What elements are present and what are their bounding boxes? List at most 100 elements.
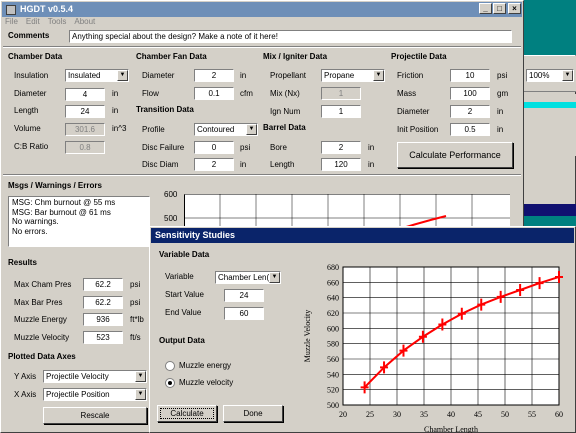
- projectile-diameter-input[interactable]: 2: [450, 105, 490, 118]
- background-navy-bar: [520, 204, 576, 216]
- projectile-diameter-unit: in: [497, 107, 504, 116]
- x-tick-label: 40: [447, 410, 455, 419]
- maximize-button[interactable]: □: [493, 3, 506, 14]
- y-axis-title: Muzzle Velocity: [303, 310, 312, 363]
- bore-unit: in: [368, 143, 375, 152]
- chevron-down-icon[interactable]: ▼: [135, 371, 146, 382]
- zoom-select[interactable]: 100% ▼: [526, 69, 574, 82]
- barrel-header: Barrel Data: [263, 123, 306, 132]
- x-tick-label: 20: [339, 410, 347, 419]
- comments-input[interactable]: Anything special about the design? Make …: [69, 30, 512, 43]
- close-button[interactable]: ×: [508, 3, 521, 14]
- ign-label: Ign Num: [270, 107, 301, 116]
- x-tick-label: 50: [501, 410, 509, 419]
- propellant-label: Propellant: [270, 71, 307, 80]
- muzzle-velocity-label: Muzzle Velocity: [14, 333, 70, 342]
- y-tick-label: 640: [327, 294, 339, 303]
- muzzle-velocity-radio-label[interactable]: Muzzle velocity: [179, 378, 233, 387]
- message-line: No warnings.: [12, 217, 59, 226]
- muzzle-velocity-value: 523: [83, 331, 123, 344]
- y-tick-label: 620: [327, 309, 339, 318]
- volume-value: 301.6: [65, 123, 105, 136]
- bore-input[interactable]: 2: [321, 141, 361, 154]
- y-axis-select[interactable]: Projectile Velocity ▼: [43, 370, 147, 383]
- barrel-length-unit: in: [368, 160, 375, 169]
- transition-header: Transition Data: [136, 105, 194, 114]
- muzzle-energy-unit: ft*lb: [130, 315, 144, 324]
- chevron-down-icon[interactable]: ▼: [562, 70, 573, 81]
- max-bar-label: Max Bar Pres: [14, 298, 63, 307]
- y-axis-label: Y Axis: [14, 372, 37, 381]
- fan-diameter-unit: in: [240, 71, 247, 80]
- max-cham-unit: psi: [130, 280, 141, 289]
- chevron-down-icon[interactable]: ▼: [246, 124, 257, 135]
- main-plot-tick: 600: [164, 190, 178, 199]
- done-button[interactable]: Done: [223, 405, 283, 422]
- x-axis-title: Chamber Length: [424, 425, 478, 433]
- friction-input[interactable]: 10: [450, 69, 490, 82]
- chamber-diameter-input[interactable]: 4: [65, 88, 105, 101]
- chamber-diameter-unit: in: [112, 89, 119, 98]
- mass-unit: gm: [497, 89, 509, 98]
- menu-file[interactable]: File: [5, 17, 18, 26]
- init-position-input[interactable]: 0.5: [450, 123, 490, 136]
- y-tick-label: 580: [327, 340, 339, 349]
- y-tick-label: 660: [327, 278, 339, 287]
- max-cham-label: Max Cham Pres: [14, 280, 72, 289]
- menu-edit[interactable]: Edit: [26, 17, 40, 26]
- muzzle-energy-radio-label[interactable]: Muzzle energy: [179, 361, 231, 370]
- section-divider: [3, 46, 521, 48]
- insulation-value: Insulated: [68, 71, 101, 80]
- disc-failure-input[interactable]: 0: [194, 141, 234, 154]
- muzzle-velocity-radio[interactable]: [165, 378, 175, 388]
- disc-diam-label: Disc Diam: [142, 160, 179, 169]
- message-line: No errors.: [12, 226, 48, 236]
- calculate-button[interactable]: Calculate: [157, 405, 217, 422]
- max-cham-value: 62.2: [83, 278, 123, 291]
- friction-unit: psi: [497, 71, 508, 80]
- mass-input[interactable]: 100: [450, 87, 490, 100]
- max-bar-value: 62.2: [83, 296, 123, 309]
- volume-label: Volume: [14, 124, 41, 133]
- mix-label: Mix (Nx): [270, 89, 300, 98]
- chamber-diameter-label: Diameter: [14, 89, 47, 98]
- x-tick-label: 35: [420, 410, 428, 419]
- sensitivity-titlebar: Sensitivity Studies: [151, 228, 574, 243]
- muzzle-energy-radio[interactable]: [165, 361, 175, 371]
- cb-ratio-value: 0.8: [65, 141, 105, 154]
- chamber-length-input[interactable]: 24: [65, 105, 105, 118]
- start-value-label: Start Value: [165, 290, 204, 299]
- main-title: HGDT v0.5.4: [20, 4, 74, 14]
- insulation-select[interactable]: Insulated ▼: [65, 69, 129, 82]
- rescale-button[interactable]: Rescale: [43, 407, 147, 424]
- comments-label: Comments: [8, 31, 50, 40]
- chevron-down-icon[interactable]: ▼: [373, 70, 384, 81]
- fan-diameter-input[interactable]: 2: [194, 69, 234, 82]
- variable-select[interactable]: Chamber Len(▼: [215, 271, 281, 284]
- main-plot-tick: 500: [164, 214, 178, 223]
- calculate-performance-button[interactable]: Calculate Performance: [397, 142, 513, 168]
- mix-header: Mix / Igniter Data: [263, 52, 328, 61]
- ign-input[interactable]: 1: [321, 105, 361, 118]
- end-value-input[interactable]: 60: [224, 307, 264, 320]
- propellant-select[interactable]: Propane ▼: [321, 69, 385, 82]
- barrel-length-label: Length: [270, 160, 295, 169]
- start-value-input[interactable]: 24: [224, 289, 264, 302]
- disc-diam-input[interactable]: 2: [194, 158, 234, 171]
- y-tick-label: 540: [327, 370, 339, 379]
- disc-failure-label: Disc Failure: [142, 143, 185, 152]
- profile-select[interactable]: Contoured ▼: [194, 123, 258, 136]
- chamber-length-label: Length: [14, 106, 39, 115]
- muzzle-energy-value: 936: [83, 313, 123, 326]
- barrel-length-input[interactable]: 120: [321, 158, 361, 171]
- chevron-down-icon[interactable]: ▼: [135, 389, 146, 400]
- messages-box[interactable]: MSG: Chm burnout @ 55 ms MSG: Bar burnou…: [8, 196, 150, 247]
- x-axis-label: X Axis: [14, 390, 37, 399]
- menu-tools[interactable]: Tools: [48, 17, 67, 26]
- chevron-down-icon[interactable]: ▼: [117, 70, 128, 81]
- x-axis-select[interactable]: Projectile Position ▼: [43, 388, 147, 401]
- chevron-down-icon[interactable]: ▼: [269, 272, 280, 283]
- minimize-button[interactable]: _: [479, 3, 492, 14]
- fan-flow-input[interactable]: 0.1: [194, 87, 234, 100]
- menu-about[interactable]: About: [74, 17, 95, 26]
